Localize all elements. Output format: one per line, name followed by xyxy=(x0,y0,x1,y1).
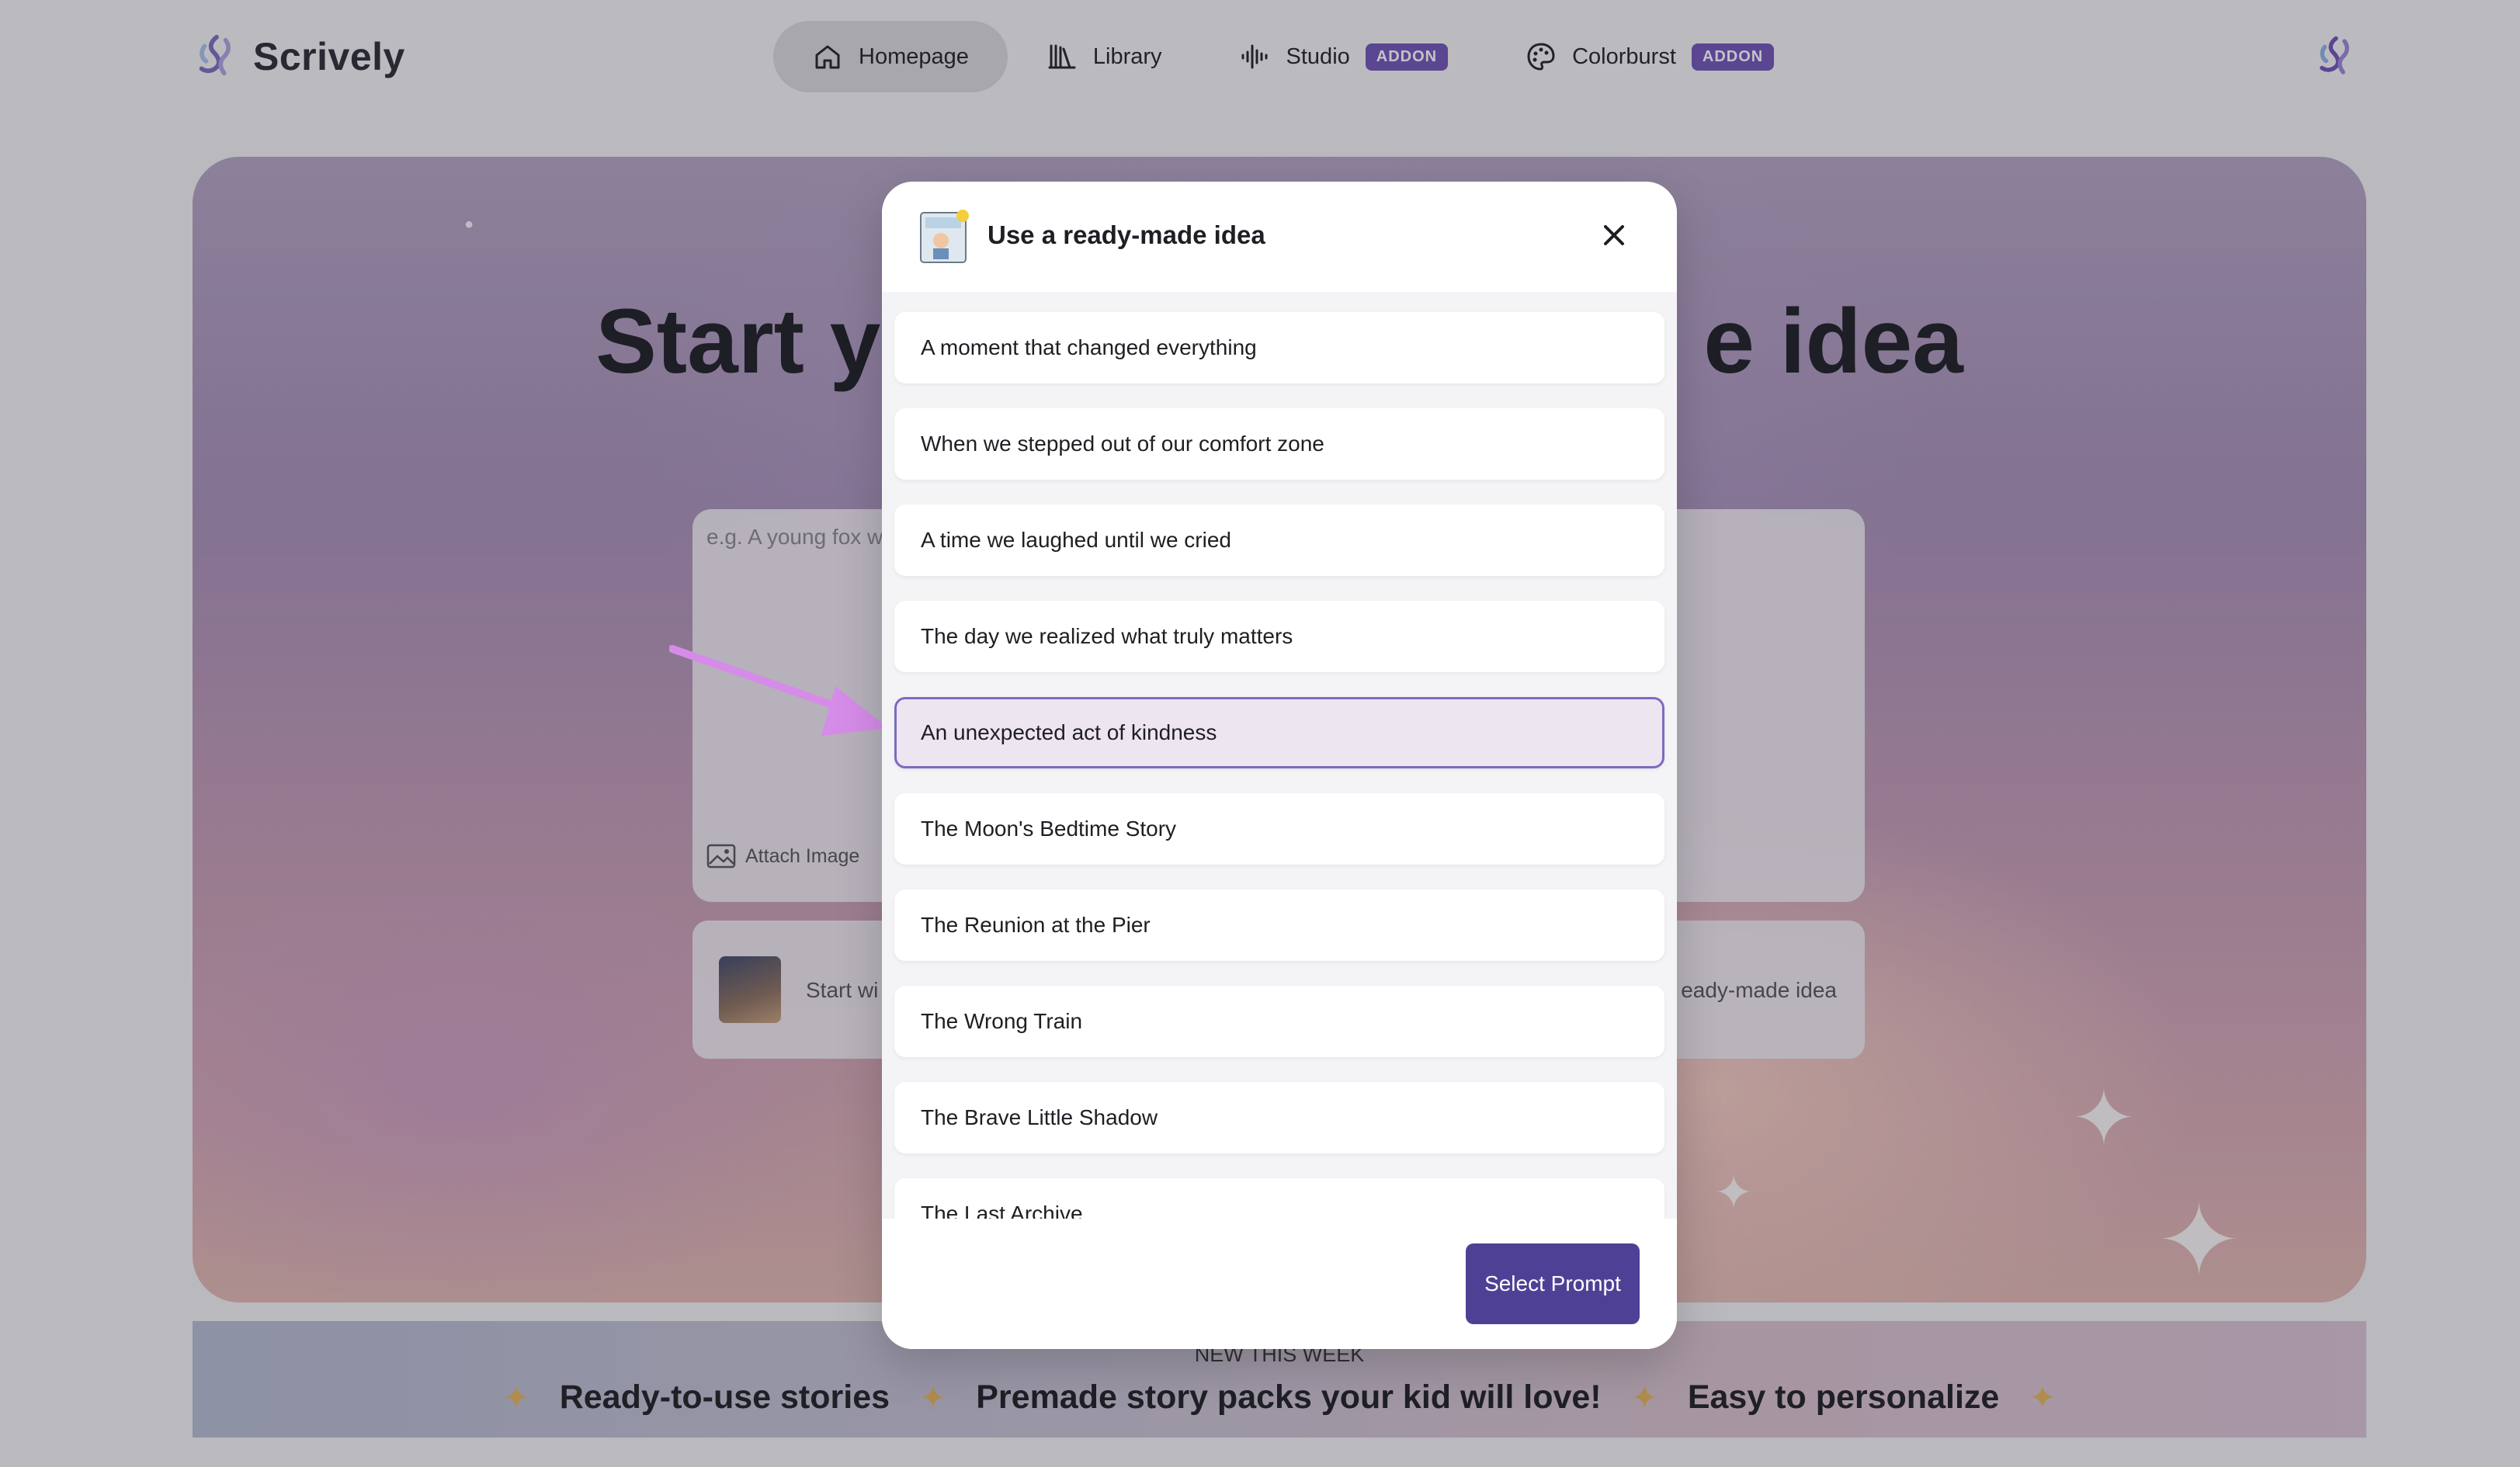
prompt-item[interactable]: The Wrong Train xyxy=(894,986,1664,1057)
prompt-item[interactable]: A moment that changed everything xyxy=(894,312,1664,383)
prompt-item[interactable]: The Moon's Bedtime Story xyxy=(894,793,1664,865)
prompt-item[interactable]: The Reunion at the Pier xyxy=(894,890,1664,961)
prompt-item-selected[interactable]: An unexpected act of kindness xyxy=(894,697,1664,768)
prompt-item[interactable]: A time we laughed until we cried xyxy=(894,505,1664,576)
prompt-item[interactable]: The day we realized what truly matters xyxy=(894,601,1664,672)
prompt-item[interactable]: When we stepped out of our comfort zone xyxy=(894,408,1664,480)
modal-header: Use a ready-made idea xyxy=(882,182,1677,292)
ready-made-idea-modal: Use a ready-made idea A moment that chan… xyxy=(882,182,1677,1349)
storybook-icon xyxy=(920,210,969,263)
annotation-arrow-icon xyxy=(669,645,888,736)
close-button[interactable] xyxy=(1590,211,1638,259)
modal-footer: Select Prompt xyxy=(882,1219,1677,1349)
select-prompt-button[interactable]: Select Prompt xyxy=(1466,1243,1640,1324)
close-icon xyxy=(1604,225,1624,245)
prompt-item[interactable]: The Brave Little Shadow xyxy=(894,1082,1664,1153)
prompt-list[interactable]: A moment that changed everything When we… xyxy=(882,292,1677,1349)
modal-title: Use a ready-made idea xyxy=(988,220,1265,249)
